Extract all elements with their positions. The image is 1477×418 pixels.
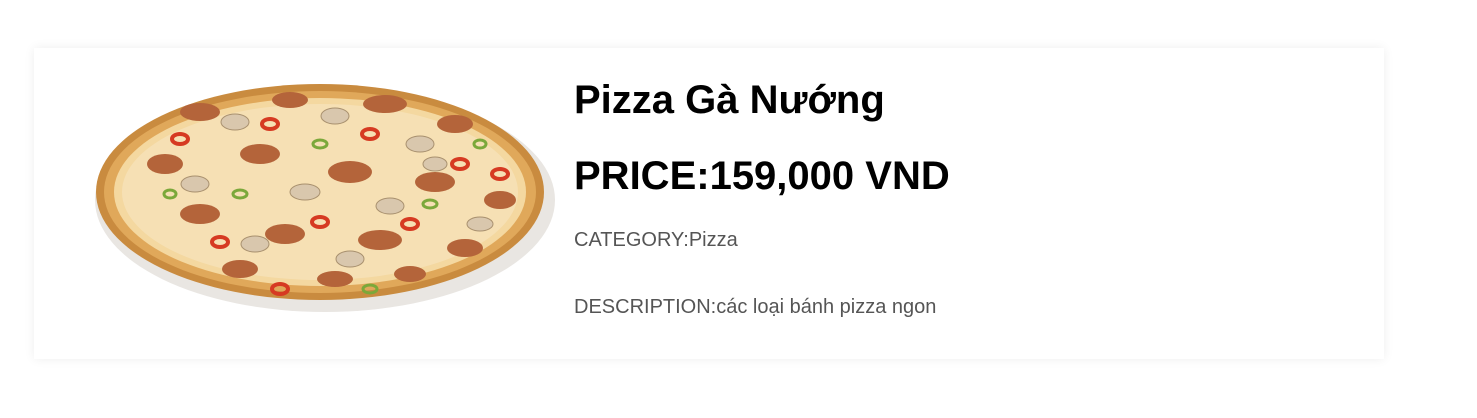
pizza-image: [80, 64, 570, 320]
product-description: DESCRIPTION:các loại bánh pizza ngon: [574, 296, 937, 318]
product-title: Pizza Gà Nướng: [574, 78, 885, 122]
product-card: Pizza Gà Nướng PRICE:159,000 VND CATEGOR…: [34, 48, 1384, 359]
product-category: CATEGORY:Pizza: [574, 229, 738, 251]
product-price: PRICE:159,000 VND: [574, 154, 950, 198]
